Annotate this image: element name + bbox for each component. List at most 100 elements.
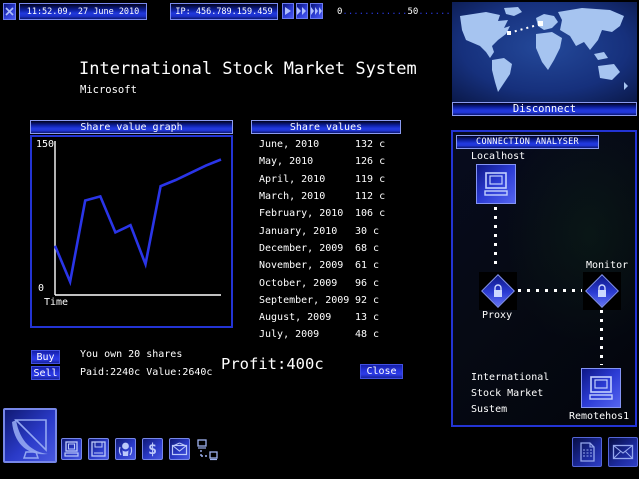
- floppy-disk-icon: [90, 440, 107, 458]
- buy-button-label: Buy: [36, 352, 54, 363]
- close-icon: [5, 7, 14, 16]
- share-value-month: June, 2010: [251, 139, 355, 150]
- share-value-amount: 30 c: [355, 226, 401, 237]
- gauge-mid-label: 50: [407, 7, 418, 17]
- route-dots-proxy-monitor: [518, 289, 582, 292]
- mail-button[interactable]: [608, 437, 638, 467]
- agent-status-button[interactable]: [115, 438, 136, 460]
- fastest-forward-icon: [311, 7, 322, 15]
- hardware-button[interactable]: [61, 438, 82, 460]
- share-value-row: February, 2010106 c: [251, 205, 401, 222]
- uplink-screen: 11:52.09, 27 June 2010 IP: 456.789.159.4…: [0, 0, 639, 479]
- app-close-button[interactable]: [3, 3, 16, 20]
- share-graph-panel: 150 0 Time: [30, 135, 233, 328]
- route-dots-localhost-proxy: [494, 207, 497, 270]
- email-button[interactable]: [169, 438, 190, 460]
- page-subtitle: Microsoft: [80, 84, 137, 96]
- page-title: International Stock Market System: [79, 59, 417, 79]
- network-map-button[interactable]: [196, 438, 219, 462]
- share-value-amount: 61 c: [355, 260, 401, 271]
- world-map-image: [452, 2, 637, 102]
- ip-display[interactable]: IP: 456.789.159.459: [170, 3, 278, 20]
- share-value-month: March, 2010: [251, 191, 355, 202]
- connection-origin-node: [507, 31, 511, 35]
- share-value-amount: 48 c: [355, 329, 401, 340]
- satellite-dish-icon: [6, 412, 54, 460]
- share-value-row: April, 2010119 c: [251, 171, 401, 188]
- proxy-label: Proxy: [482, 310, 512, 321]
- localhost-label: Localhost: [471, 151, 525, 162]
- monitor-label: Monitor: [586, 260, 628, 271]
- ip-text: IP: 456.789.159.459: [175, 7, 272, 17]
- document-icon: [577, 441, 597, 463]
- share-value-month: January, 2010: [251, 226, 355, 237]
- share-value-month: October, 2009: [251, 278, 355, 289]
- sell-button[interactable]: Sell: [31, 366, 60, 380]
- target-system-name-line: Sustem: [471, 404, 549, 415]
- share-graph-svg: [32, 137, 231, 326]
- share-value-month: April, 2010: [251, 174, 355, 185]
- profit-text: Profit:400c: [221, 355, 324, 373]
- share-value-month: May, 2010: [251, 156, 355, 167]
- route-dots-monitor-remote: [600, 310, 603, 365]
- share-value-month: September, 2009: [251, 295, 355, 306]
- share-value-row: November, 200961 c: [251, 257, 401, 274]
- computer-icon: [63, 440, 80, 458]
- speed-normal-button[interactable]: [282, 3, 294, 19]
- fast-forward-icon: [297, 7, 307, 15]
- connection-analyser-titlebar: CONNECTION ANALYSER: [456, 135, 599, 149]
- envelope-icon: [171, 442, 188, 456]
- remote-host-label: Remotehos1: [569, 411, 629, 422]
- remote-host-node[interactable]: [581, 368, 621, 408]
- clock-display[interactable]: 11:52.09, 27 June 2010: [19, 3, 147, 20]
- speed-fast-button[interactable]: [296, 3, 308, 19]
- network-map-icon: [196, 438, 219, 462]
- share-value-amount: 126 c: [355, 156, 401, 167]
- lock-icon: [596, 284, 608, 298]
- memory-button[interactable]: [88, 438, 109, 460]
- share-value-row: March, 2010112 c: [251, 188, 401, 205]
- share-value-amount: 68 c: [355, 243, 401, 254]
- disconnect-button-label: Disconnect: [513, 103, 576, 115]
- connection-analyser-panel: CONNECTION ANALYSER Localhost Proxy Moni…: [451, 130, 637, 427]
- share-value-row: January, 201030 c: [251, 222, 401, 239]
- share-value-month: February, 2010: [251, 208, 355, 219]
- share-value-amount: 112 c: [355, 191, 401, 202]
- target-system-name-line: International: [471, 372, 549, 383]
- share-value-amount: 96 c: [355, 278, 401, 289]
- share-value-month: November, 2009: [251, 260, 355, 271]
- sell-button-label: Sell: [33, 368, 57, 379]
- clock-text: 11:52.09, 27 June 2010: [27, 7, 140, 17]
- graph-panel-title: Share value graph: [80, 122, 182, 133]
- world-map[interactable]: [452, 2, 637, 102]
- share-values-titlebar: Share values: [251, 120, 401, 134]
- localhost-node[interactable]: [476, 164, 516, 204]
- close-button-label: Close: [366, 366, 396, 377]
- share-values-list: June, 2010132 cMay, 2010126 cApril, 2010…: [251, 136, 401, 344]
- uplink-logo-button[interactable]: [3, 408, 57, 463]
- share-value-month: August, 2009: [251, 312, 355, 323]
- share-value-row: December, 200968 c: [251, 240, 401, 257]
- share-value-row: July, 200948 c: [251, 326, 401, 343]
- share-value-row: August, 200913 c: [251, 309, 401, 326]
- share-value-amount: 119 c: [355, 174, 401, 185]
- close-button[interactable]: Close: [360, 364, 403, 379]
- share-value-amount: 132 c: [355, 139, 401, 150]
- share-value-row: June, 2010132 c: [251, 136, 401, 153]
- share-value-amount: 13 c: [355, 312, 401, 323]
- share-value-amount: 92 c: [355, 295, 401, 306]
- speed-fastest-button[interactable]: [310, 3, 323, 19]
- envelope-icon: [612, 444, 634, 460]
- connection-analyser-title: CONNECTION ANALYSER: [476, 137, 579, 147]
- share-value-amount: 106 c: [355, 208, 401, 219]
- share-values-title: Share values: [290, 122, 362, 133]
- disconnect-button[interactable]: Disconnect: [452, 102, 637, 116]
- shares-owned-text: You own 20 shares: [80, 349, 182, 360]
- news-button[interactable]: [572, 437, 602, 467]
- computer-icon: [587, 374, 615, 402]
- buy-button[interactable]: Buy: [31, 350, 60, 364]
- target-system-name: InternationalStock MarketSustem: [471, 372, 549, 420]
- share-value-row: October, 200996 c: [251, 274, 401, 291]
- finance-button[interactable]: $: [142, 438, 163, 460]
- share-value-row: September, 200992 c: [251, 292, 401, 309]
